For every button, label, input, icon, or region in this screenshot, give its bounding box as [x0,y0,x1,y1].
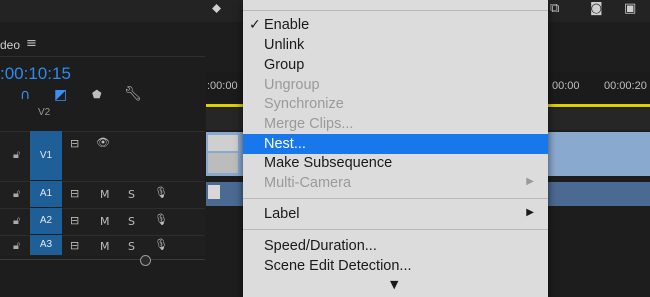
lock-icon[interactable]: 🔓︎ [13,214,20,228]
linked-selection-icon[interactable]: ◩ [54,87,67,103]
panel-menu-icon[interactable]: ≡ [26,36,37,51]
panel-title: deo [0,38,21,52]
menu-separator [243,229,548,230]
menu-item-make-subsequence[interactable]: Make Subsequence [243,153,548,173]
menu-item-label: Make Subsequence [264,155,393,171]
menu-item-speed-duration[interactable]: Speed/Duration... [243,236,548,256]
solo-toggle[interactable]: S [128,188,135,201]
menu-item-label: Nest... [264,136,306,152]
menu-item-group[interactable]: Group [243,55,548,75]
ruler-time-0: :00:00 [207,80,238,92]
menu-item-synchronize: Synchronize [243,94,548,114]
add-marker-icon[interactable]: ⬟ [92,88,102,101]
horizontal-scrollbar[interactable] [0,259,205,260]
marker-icon[interactable]: ⬥ [212,1,221,16]
ruler-time-2: 00:00:20 [604,80,647,92]
lock-icon[interactable]: 🔓︎ [13,148,20,162]
track-badge-a2[interactable]: A2 [30,208,62,234]
menu-separator [243,10,548,11]
menu-item-enable[interactable]: ✓ Enable [243,15,548,35]
menu-item-scene-edit-detection[interactable]: Scene Edit Detection... [243,256,548,276]
mute-toggle[interactable]: M [100,215,110,228]
menu-item-merge-clips: Merge Clips... [243,114,548,134]
menu-item-label: Scene Edit Detection... [264,258,412,274]
snap-icon[interactable]: ∩ [20,87,30,103]
lock-icon[interactable]: 🔓︎ [13,239,20,253]
menu-item-multi-camera: Multi-Camera ▶ [243,173,548,193]
solo-toggle[interactable]: S [128,240,135,253]
sync-lock-icon[interactable]: ⊟ [70,214,79,227]
clip-audio-marker [208,185,220,199]
submenu-arrow-icon: ▶ [526,207,534,218]
wrench-icon[interactable]: 🔧︎ [124,86,142,102]
clip-thumbnail [208,135,238,151]
scroll-down-arrow-icon[interactable]: ▼ [390,278,398,291]
track-badge-v1[interactable]: V1 [30,131,62,180]
export-frame-icon[interactable]: ⧉ [550,1,559,16]
track-badge-a1[interactable]: A1 [30,181,62,207]
menu-item-unlink[interactable]: Unlink [243,35,548,55]
mute-toggle[interactable]: M [100,240,110,253]
menu-item-label: Synchronize [264,96,344,112]
microphone-icon[interactable]: 🎙︎ [154,186,168,199]
track-v2-label: V2 [38,107,51,118]
menu-item-ungroup: Ungroup [243,75,548,95]
camera-icon[interactable]: ◙ [590,1,603,16]
timecode-display[interactable]: :00:10:15 [0,64,71,84]
header-divider [0,56,205,57]
menu-item-label: Multi-Camera [264,175,352,191]
menu-item-label: Label [264,206,300,222]
mute-toggle[interactable]: M [100,188,110,201]
microphone-icon[interactable]: 🎙︎ [154,238,168,251]
lock-icon[interactable]: 🔓︎ [13,187,20,201]
menu-item-label: Unlink [264,37,305,53]
ruler-time-1: 00:00 [552,80,580,92]
zoom-scroll-handle[interactable] [140,255,151,266]
eye-icon[interactable]: 👁︎ [96,136,110,149]
clip-thumbnail [208,153,238,173]
sync-lock-icon[interactable]: ⊟ [70,187,79,200]
menu-item-label: Ungroup [264,77,320,93]
menu-separator [243,198,548,199]
menu-item-label: Group [264,57,305,73]
menu-item-label: Merge Clips... [264,116,354,132]
sync-lock-icon[interactable]: ⊟ [70,137,79,150]
menu-item-nest[interactable]: Nest... [243,134,548,154]
menu-item-label-submenu[interactable]: Label ▶ [243,204,548,224]
context-menu: ✓ Enable Unlink Group Ungroup Synchroniz… [243,0,548,297]
button-editor-icon[interactable]: ▣ [624,1,636,16]
checkmark-icon: ✓ [249,17,261,33]
menu-item-label: Enable [264,17,310,33]
sync-lock-icon[interactable]: ⊟ [70,239,79,252]
submenu-arrow-icon: ▶ [526,176,534,187]
microphone-icon[interactable]: 🎙︎ [154,213,168,226]
solo-toggle[interactable]: S [128,215,135,228]
menu-item-label: Speed/Duration... [264,238,377,254]
track-badge-a3[interactable]: A3 [30,235,62,255]
